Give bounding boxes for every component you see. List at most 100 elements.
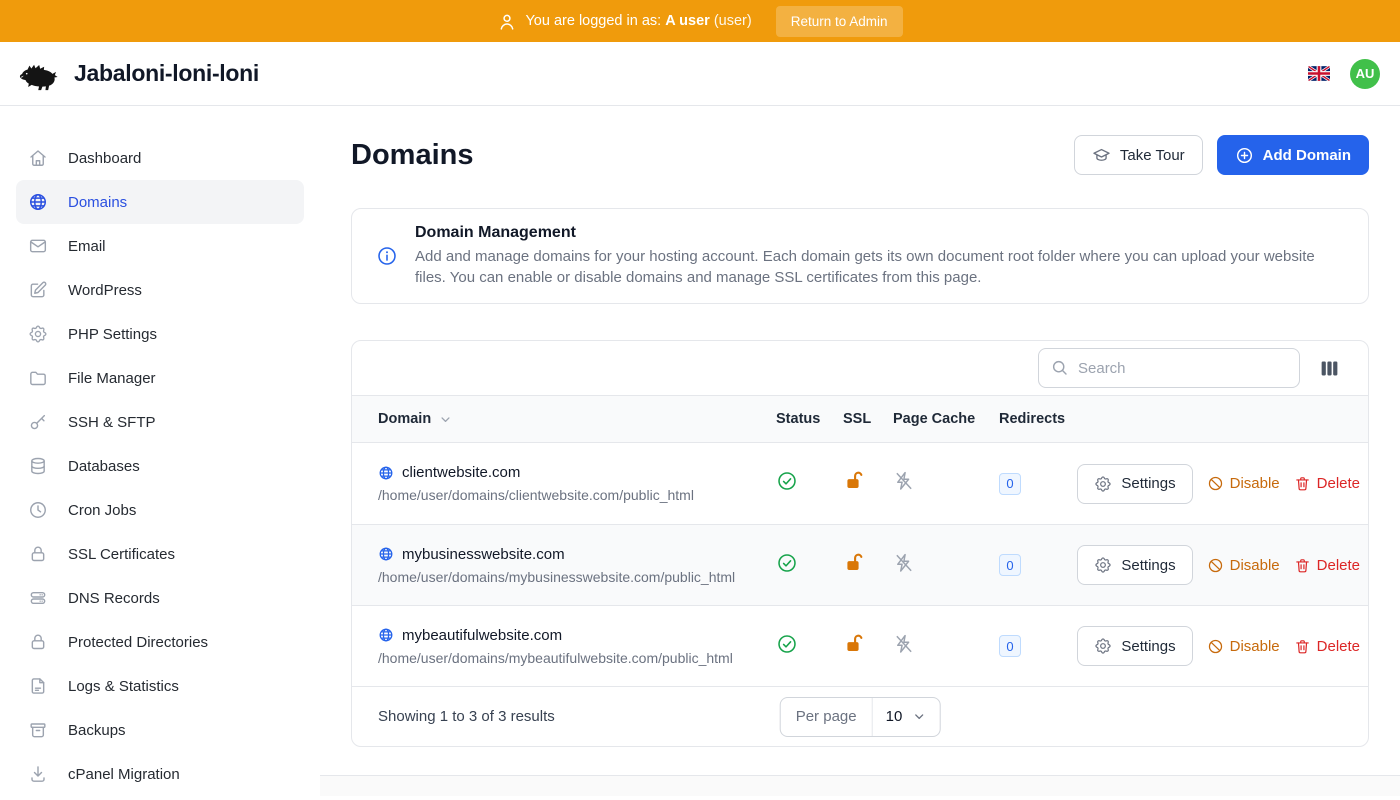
page-cache-off-icon[interactable] — [893, 552, 915, 574]
sidebar-item-ssl-certificates[interactable]: SSL Certificates — [16, 532, 304, 576]
page-cache-off-icon[interactable] — [893, 633, 915, 655]
column-header-domain[interactable]: Domain — [378, 411, 776, 427]
boar-logo-icon — [16, 56, 64, 92]
results-summary: Showing 1 to 3 of 3 results — [378, 708, 555, 725]
graduation-cap-icon — [1092, 146, 1111, 165]
settings-label: Settings — [1121, 638, 1175, 655]
lock-icon — [28, 544, 48, 564]
column-header-page-cache: Page Cache — [893, 411, 999, 427]
banner-prefix: You are logged in as: — [525, 13, 661, 29]
ssl-unlocked-icon[interactable] — [843, 552, 865, 574]
sidebar-item-label: Protected Directories — [68, 634, 208, 651]
redirects-count-badge[interactable]: 0 — [999, 554, 1021, 576]
per-page-select[interactable]: 10 — [873, 698, 940, 736]
ssl-unlocked-icon[interactable] — [843, 470, 865, 492]
sidebar-item-cpanel-migration[interactable]: cPanel Migration — [16, 752, 304, 796]
slash-circle-icon — [1207, 557, 1224, 574]
page-cache-off-icon[interactable] — [893, 470, 915, 492]
gear-icon — [1094, 556, 1112, 574]
settings-button[interactable]: Settings — [1077, 545, 1192, 585]
main-content: Domains Take Tour Ad — [320, 106, 1400, 800]
columns-icon — [1319, 358, 1340, 379]
clock-icon — [28, 500, 48, 520]
globe-icon — [378, 465, 394, 481]
slash-circle-icon — [1207, 638, 1224, 655]
table-footer: Showing 1 to 3 of 3 results Per page 10 — [352, 686, 1368, 746]
archive-icon — [28, 720, 48, 740]
disable-button[interactable]: Disable — [1207, 475, 1280, 492]
person-icon — [497, 12, 515, 30]
delete-label: Delete — [1317, 557, 1360, 574]
document-icon — [28, 676, 48, 696]
trash-icon — [1294, 475, 1311, 492]
trash-icon — [1294, 557, 1311, 574]
plus-circle-icon — [1235, 146, 1254, 165]
domain-name[interactable]: mybusinesswebsite.com — [402, 546, 565, 563]
sidebar-item-protected-directories[interactable]: Protected Directories — [16, 620, 304, 664]
per-page-value: 10 — [886, 708, 903, 725]
chevron-down-icon — [911, 709, 926, 724]
sidebar-item-backups[interactable]: Backups — [16, 708, 304, 752]
settings-label: Settings — [1121, 475, 1175, 492]
return-to-admin-button[interactable]: Return to Admin — [776, 6, 903, 37]
sidebar-item-databases[interactable]: Databases — [16, 444, 304, 488]
status-enabled-icon — [776, 633, 798, 655]
disable-button[interactable]: Disable — [1207, 557, 1280, 574]
sidebar-item-label: SSH & SFTP — [68, 414, 156, 431]
sidebar-item-domains[interactable]: Domains — [16, 180, 304, 224]
table-row: mybusinesswebsite.com /home/user/domains… — [352, 524, 1368, 605]
settings-button[interactable]: Settings — [1077, 626, 1192, 666]
sidebar: Dashboard Domains Email — [0, 106, 320, 800]
search-icon — [1050, 358, 1069, 377]
sidebar-item-wordpress[interactable]: WordPress — [16, 268, 304, 312]
folder-icon — [28, 368, 48, 388]
user-avatar[interactable]: AU — [1350, 59, 1380, 89]
sidebar-item-ssh-sftp[interactable]: SSH & SFTP — [16, 400, 304, 444]
delete-button[interactable]: Delete — [1294, 638, 1360, 655]
ssl-unlocked-icon[interactable] — [843, 633, 865, 655]
disable-label: Disable — [1230, 638, 1280, 655]
document-root-path: /home/user/domains/clientwebsite.com/pub… — [378, 487, 776, 503]
trash-icon — [1294, 638, 1311, 655]
sidebar-item-file-manager[interactable]: File Manager — [16, 356, 304, 400]
sidebar-item-label: Dashboard — [68, 150, 141, 167]
take-tour-label: Take Tour — [1120, 147, 1185, 164]
slash-circle-icon — [1207, 475, 1224, 492]
delete-button[interactable]: Delete — [1294, 557, 1360, 574]
domain-name[interactable]: clientwebsite.com — [402, 464, 520, 481]
brand-title: Jabaloni-loni-loni — [74, 60, 259, 87]
settings-button[interactable]: Settings — [1077, 464, 1192, 504]
column-header-ssl: SSL — [843, 411, 893, 427]
table-header-row: Domain Status SSL Page Cache Redirects — [352, 395, 1368, 443]
language-flag-icon[interactable] — [1308, 66, 1330, 81]
server-icon — [28, 588, 48, 608]
domain-name[interactable]: mybeautifulwebsite.com — [402, 627, 562, 644]
impersonation-banner: You are logged in as: A user (user) Retu… — [0, 0, 1400, 42]
add-domain-button[interactable]: Add Domain — [1217, 135, 1369, 175]
brand[interactable]: Jabaloni-loni-loni — [16, 56, 259, 92]
sidebar-item-dashboard[interactable]: Dashboard — [16, 136, 304, 180]
sidebar-item-label: PHP Settings — [68, 326, 157, 343]
table-row: mybeautifulwebsite.com /home/user/domain… — [352, 605, 1368, 686]
columns-toggle-button[interactable] — [1317, 356, 1342, 381]
info-card-title: Domain Management — [415, 224, 1344, 242]
sidebar-item-php-settings[interactable]: PHP Settings — [16, 312, 304, 356]
gear-icon — [1094, 475, 1112, 493]
sidebar-item-logs-statistics[interactable]: Logs & Statistics — [16, 664, 304, 708]
search-input[interactable] — [1038, 348, 1300, 388]
take-tour-button[interactable]: Take Tour — [1074, 135, 1203, 175]
sidebar-item-label: Databases — [68, 458, 140, 475]
redirects-count-badge[interactable]: 0 — [999, 635, 1021, 657]
sidebar-item-label: Domains — [68, 194, 127, 211]
document-root-path: /home/user/domains/mybusinesswebsite.com… — [378, 569, 776, 585]
banner-user-role: (user) — [714, 13, 752, 29]
sidebar-item-cron-jobs[interactable]: Cron Jobs — [16, 488, 304, 532]
delete-button[interactable]: Delete — [1294, 475, 1360, 492]
domains-table-card: Domain Status SSL Page Cache Redirects — [351, 340, 1369, 747]
redirects-count-badge[interactable]: 0 — [999, 473, 1021, 495]
sidebar-item-dns-records[interactable]: DNS Records — [16, 576, 304, 620]
sidebar-item-email[interactable]: Email — [16, 224, 304, 268]
disable-button[interactable]: Disable — [1207, 638, 1280, 655]
globe-icon — [378, 627, 394, 643]
document-root-path: /home/user/domains/mybeautifulwebsite.co… — [378, 650, 776, 666]
